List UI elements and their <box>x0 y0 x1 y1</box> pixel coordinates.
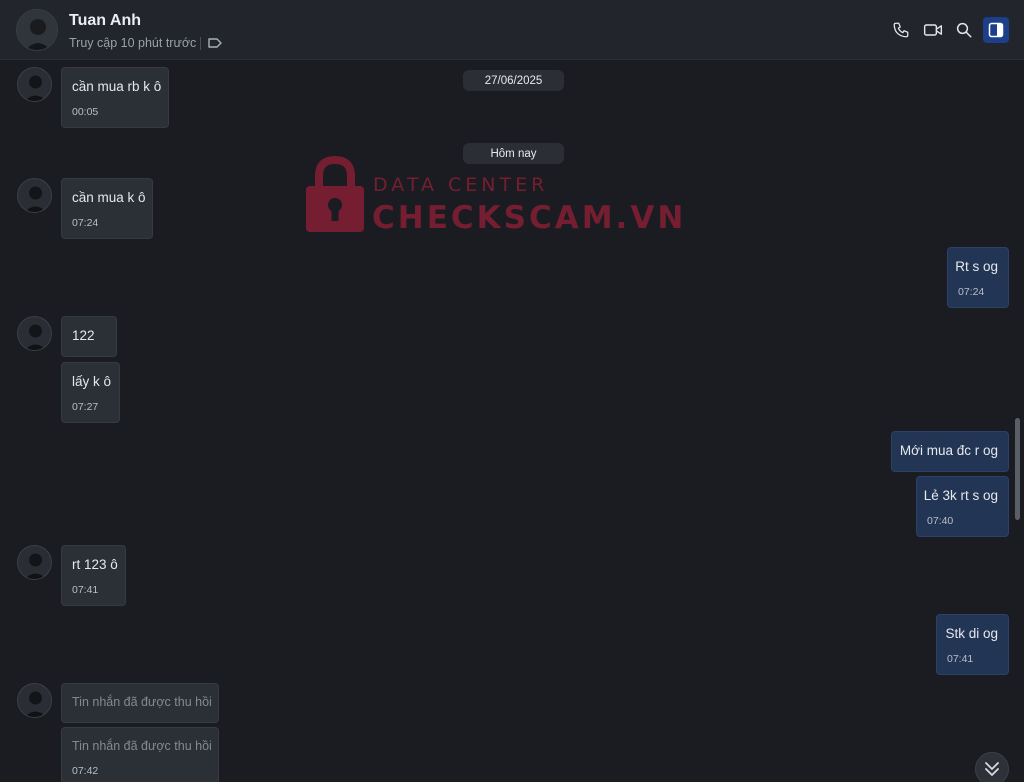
message-text: lấy k ô <box>72 374 112 389</box>
message-text: rt 123 ô <box>72 557 118 572</box>
recalled-message[interactable]: Tin nhắn đã được thu hồi <box>61 683 219 723</box>
message-bubble-incoming[interactable]: lấy k ô 07:27 <box>61 362 120 423</box>
scrollbar-thumb[interactable] <box>1015 418 1020 520</box>
message-time: 07:41 <box>72 584 99 596</box>
message-text: cần mua k ô <box>72 190 146 205</box>
tag-icon[interactable] <box>207 35 223 51</box>
contact-name[interactable]: Tuan Anh <box>69 12 141 30</box>
message-bubble-incoming[interactable]: cần mua k ô 07:24 <box>61 178 153 239</box>
sidebar-toggle-icon[interactable] <box>983 17 1009 43</box>
message-bubble-outgoing[interactable]: Lẻ 3k rt s og 07:40 <box>916 476 1009 537</box>
message-time: 07:42 <box>72 765 99 777</box>
message-bubble-incoming[interactable]: rt 123 ô 07:41 <box>61 545 126 606</box>
avatar[interactable] <box>17 67 52 102</box>
message-time: 07:24 <box>958 286 985 298</box>
video-call-icon[interactable] <box>921 18 945 42</box>
message-time: 07:24 <box>72 217 99 229</box>
message-text: cần mua rb k ô <box>72 79 162 94</box>
message-time: 07:27 <box>72 401 99 413</box>
message-time: 07:40 <box>927 515 954 527</box>
search-icon[interactable] <box>952 18 976 42</box>
message-text: Stk di og <box>945 626 998 641</box>
message-text: Tin nhắn đã được thu hồi <box>72 739 212 753</box>
lock-icon <box>306 156 364 232</box>
message-text: Lẻ 3k rt s og <box>923 488 998 503</box>
message-time: 00:05 <box>72 106 99 118</box>
message-bubble-outgoing[interactable]: Stk di og 07:41 <box>936 614 1009 675</box>
date-divider-today: Hôm nay <box>463 143 564 164</box>
chat-header: Tuan Anh Truy cập 10 phút trước <box>0 0 1024 60</box>
message-text: Rt s og <box>955 259 998 274</box>
contact-avatar[interactable] <box>16 9 58 51</box>
last-seen-status: Truy cập 10 phút trước <box>69 36 197 50</box>
avatar[interactable] <box>17 178 52 213</box>
message-text: Tin nhắn đã được thu hồi <box>72 695 212 709</box>
scroll-to-bottom-button[interactable] <box>975 752 1009 782</box>
watermark-line1: DATA CENTER <box>373 174 549 196</box>
avatar[interactable] <box>17 545 52 580</box>
phone-icon[interactable] <box>889 18 913 42</box>
double-chevron-down-icon <box>985 762 999 776</box>
message-bubble-outgoing[interactable]: Rt s og 07:24 <box>947 247 1009 308</box>
message-time: 07:41 <box>947 653 974 665</box>
date-divider: 27/06/2025 <box>463 70 564 91</box>
message-text: Mới mua đc r og <box>899 443 998 458</box>
avatar[interactable] <box>17 683 52 718</box>
watermark-line2: CHECKSCAM.VN <box>372 200 687 236</box>
watermark-logo: DATA CENTER CHECKSCAM.VN <box>305 156 683 236</box>
avatar[interactable] <box>17 316 52 351</box>
message-bubble-outgoing[interactable]: Mới mua đc r og <box>891 431 1009 472</box>
message-bubble-incoming[interactable]: cần mua rb k ô 00:05 <box>61 67 169 128</box>
recalled-message[interactable]: Tin nhắn đã được thu hồi 07:42 <box>61 727 219 782</box>
message-text: 122 <box>72 328 95 343</box>
message-bubble-incoming[interactable]: 122 <box>61 316 117 357</box>
header-divider <box>200 37 201 50</box>
